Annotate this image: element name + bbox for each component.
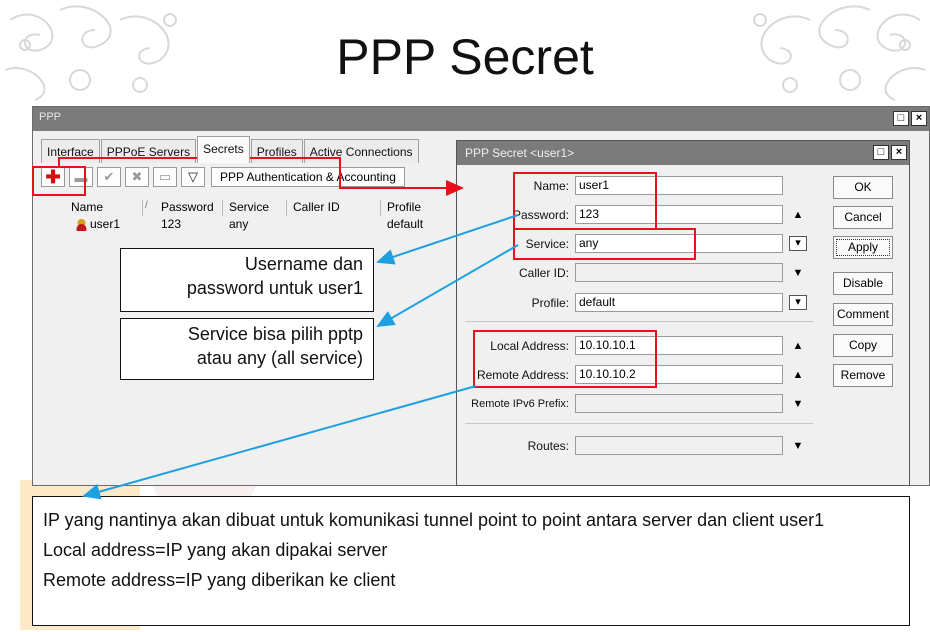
tab-secrets[interactable]: Secrets bbox=[197, 136, 250, 163]
arrow-to-username-callout bbox=[376, 214, 519, 265]
arrow-to-note bbox=[82, 385, 477, 500]
annotation-arrows bbox=[58, 157, 519, 500]
arrow-add-to-dialog bbox=[58, 157, 464, 196]
arrow-to-service-callout bbox=[376, 244, 519, 328]
